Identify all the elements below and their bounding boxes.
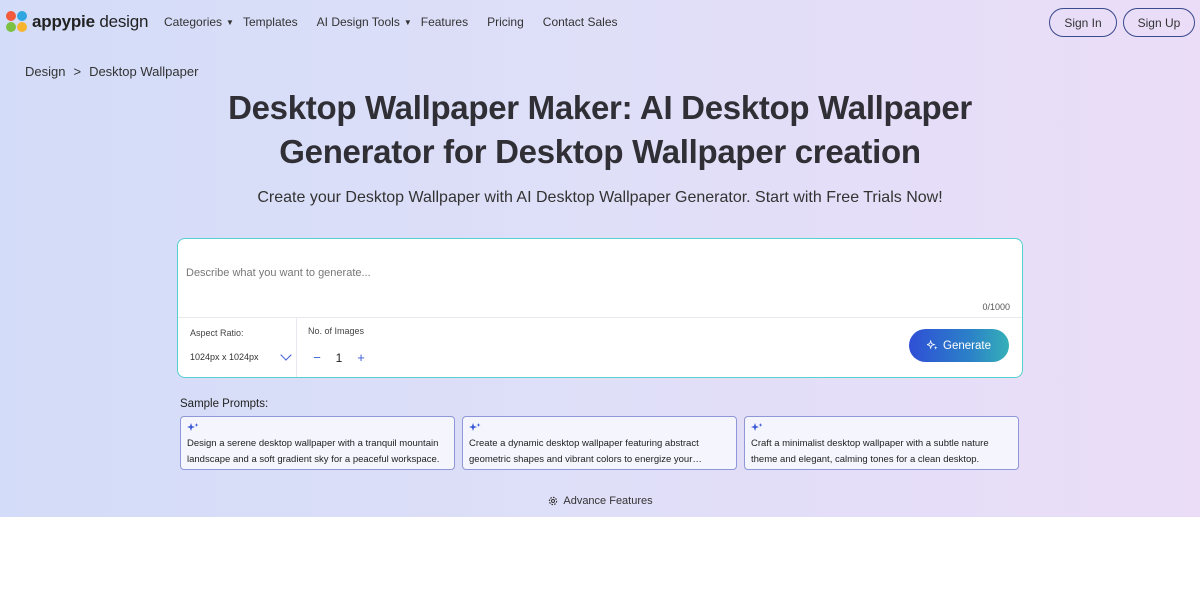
- sign-in-button[interactable]: Sign In: [1049, 8, 1117, 37]
- aspect-ratio-select[interactable]: 1024px x 1024px: [190, 349, 292, 362]
- logo-icon: [6, 11, 28, 33]
- breadcrumb-current: Desktop Wallpaper: [89, 64, 199, 79]
- advance-features-toggle[interactable]: Advance Features: [0, 495, 1200, 507]
- sparkle-icon: [469, 423, 481, 431]
- divider: [178, 317, 1022, 318]
- sign-up-button[interactable]: Sign Up: [1123, 8, 1195, 37]
- decrement-button[interactable]: −: [310, 350, 324, 365]
- gear-icon: [549, 496, 558, 506]
- sample-prompt-card[interactable]: Create a dynamic desktop wallpaper featu…: [462, 416, 737, 470]
- generate-button[interactable]: Generate: [909, 329, 1009, 362]
- prompt-input[interactable]: [186, 253, 1006, 293]
- breadcrumb: Design > Desktop Wallpaper: [25, 64, 198, 79]
- top-nav: appypie design Categories ▼ Templates AI …: [0, 0, 1200, 44]
- sparkle-icon: [751, 423, 763, 431]
- nav-links: Categories ▼ Templates AI Design Tools ▼ F…: [164, 15, 618, 29]
- divider: [296, 318, 297, 377]
- sample-prompt-card[interactable]: Design a serene desktop wallpaper with a…: [180, 416, 455, 470]
- sample-prompt-text: Design a serene desktop wallpaper with a…: [187, 438, 440, 465]
- sample-prompts-label: Sample Prompts:: [180, 398, 269, 410]
- num-images-value: 1: [335, 350, 343, 365]
- nav-link-ai-design-tools[interactable]: AI Design Tools ▼: [317, 15, 412, 29]
- sample-prompt-card[interactable]: Craft a minimalist desktop wallpaper wit…: [744, 416, 1019, 470]
- chevron-down-icon: [280, 349, 292, 361]
- nav-link-pricing[interactable]: Pricing: [487, 15, 524, 29]
- nav-link-contact-sales[interactable]: Contact Sales: [543, 15, 618, 29]
- sample-prompt-text: Create a dynamic desktop wallpaper featu…: [469, 438, 699, 465]
- sparkle-icon: [927, 340, 938, 350]
- caret-down-icon: ▼: [226, 17, 234, 27]
- char-counter: 0/1000: [982, 302, 1010, 312]
- breadcrumb-separator: >: [73, 64, 82, 79]
- caret-down-icon: ▼: [403, 17, 412, 27]
- num-images-stepper: − 1 +: [310, 350, 368, 365]
- sparkle-icon: [187, 423, 199, 431]
- nav-link-features[interactable]: Features: [421, 15, 468, 29]
- logo-text: appypie design: [32, 12, 149, 31]
- aspect-ratio-value: 1024px x 1024px: [190, 352, 259, 362]
- num-images-label: No. of Images: [308, 326, 365, 336]
- prompt-panel: 0/1000 Aspect Ratio: 1024px x 1024px No.…: [177, 238, 1023, 378]
- nav-link-categories[interactable]: Categories ▼: [164, 15, 234, 29]
- increment-button[interactable]: +: [354, 350, 368, 365]
- aspect-ratio-label: Aspect Ratio:: [190, 328, 244, 338]
- sample-prompt-text: Craft a minimalist desktop wallpaper wit…: [751, 438, 989, 465]
- nav-link-templates[interactable]: Templates: [243, 15, 298, 29]
- logo[interactable]: appypie design: [6, 10, 148, 34]
- breadcrumb-design[interactable]: Design: [25, 64, 65, 79]
- page-subtitle: Create your Desktop Wallpaper with AI De…: [257, 189, 943, 206]
- page-title: Desktop Wallpaper Maker: AI Desktop Wall…: [228, 89, 972, 170]
- advance-features-label: Advance Features: [563, 495, 653, 507]
